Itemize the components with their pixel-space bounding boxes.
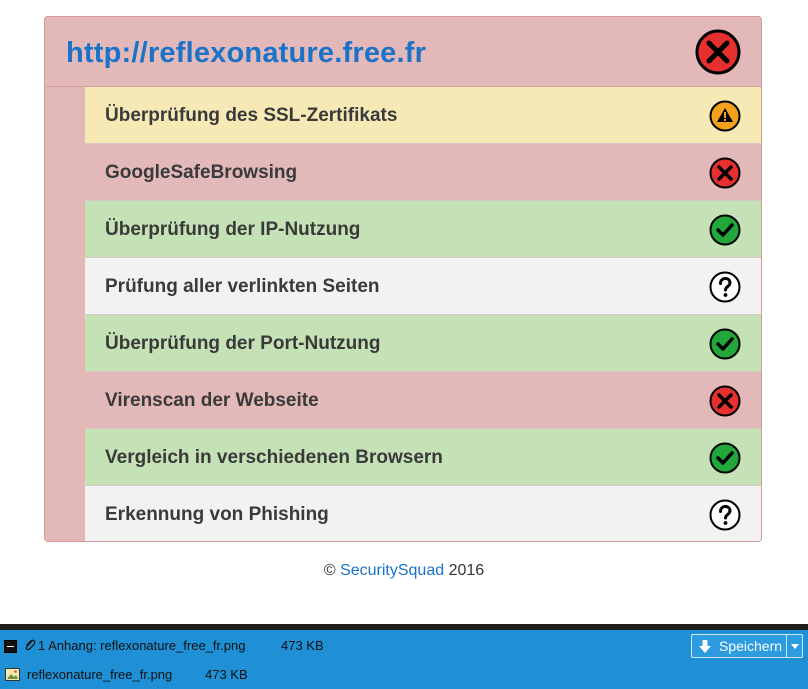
scan-result-card: http://reflexonature.free.fr Überprüfung…	[44, 16, 762, 542]
chevron-down-icon[interactable]	[789, 640, 801, 652]
warning-icon	[709, 100, 741, 132]
check-label: Vergleich in verschiedenen Browsern	[105, 447, 443, 468]
check-row: Erkennung von Phishing	[85, 486, 761, 541]
check-label: Überprüfung der IP-Nutzung	[105, 219, 361, 240]
attachment-header[interactable]: 1 Anhang: reflexonature_free_fr.png 473 …	[0, 630, 808, 660]
check-row: Vergleich in verschiedenen Browsern	[85, 429, 761, 486]
attachment-summary: 1 Anhang: reflexonature_free_fr.png	[38, 638, 246, 653]
brand-link[interactable]: SecuritySquad	[340, 562, 444, 579]
check-row: GoogleSafeBrowsing	[85, 144, 761, 201]
attachment-total-size: 473 KB	[281, 638, 324, 653]
attachment-file-name: reflexonature_free_fr.png	[27, 667, 173, 682]
card-header: http://reflexonature.free.fr	[45, 17, 761, 87]
image-file-icon	[5, 668, 20, 681]
fail-icon	[709, 385, 741, 417]
check-label: Überprüfung der Port-Nutzung	[105, 333, 381, 354]
check-label: GoogleSafeBrowsing	[105, 162, 298, 183]
paperclip-icon	[25, 639, 36, 651]
question-icon	[709, 499, 741, 531]
collapse-toggle-icon[interactable]	[4, 640, 17, 653]
check-row: Überprüfung der IP-Nutzung	[85, 201, 761, 258]
check-row: Virenscan der Webseite	[85, 372, 761, 429]
save-button-label: Speichern	[719, 638, 783, 654]
page-footer: © SecuritySquad 2016	[0, 562, 808, 580]
fail-icon	[695, 29, 741, 75]
button-divider	[786, 635, 787, 657]
attachment-pane: 1 Anhang: reflexonature_free_fr.png 473 …	[0, 624, 808, 689]
check-label: Erkennung von Phishing	[105, 504, 329, 525]
check-label: Virenscan der Webseite	[105, 390, 319, 411]
fail-icon	[709, 157, 741, 189]
check-icon	[709, 442, 741, 474]
footer-year: 2016	[448, 562, 485, 579]
check-list: Überprüfung des SSL-Zertifikats GoogleSa…	[85, 87, 761, 541]
check-row: Überprüfung der Port-Nutzung	[85, 315, 761, 372]
copyright-symbol: ©	[323, 562, 336, 579]
check-row: Überprüfung des SSL-Zertifikats	[85, 87, 761, 144]
save-button[interactable]: Speichern	[691, 634, 803, 658]
download-arrow-icon	[699, 640, 711, 653]
check-row: Prüfung aller verlinkten Seiten	[85, 258, 761, 315]
attachment-file-size: 473 KB	[205, 667, 248, 682]
check-icon	[709, 214, 741, 246]
attachment-item[interactable]: reflexonature_free_fr.png 473 KB	[0, 660, 808, 689]
check-label: Prüfung aller verlinkten Seiten	[105, 276, 380, 297]
question-icon	[709, 271, 741, 303]
check-icon	[709, 328, 741, 360]
attachment-area: 1 Anhang: reflexonature_free_fr.png 473 …	[0, 630, 808, 689]
check-label: Überprüfung des SSL-Zertifikats	[105, 105, 398, 126]
site-url[interactable]: http://reflexonature.free.fr	[66, 37, 426, 70]
